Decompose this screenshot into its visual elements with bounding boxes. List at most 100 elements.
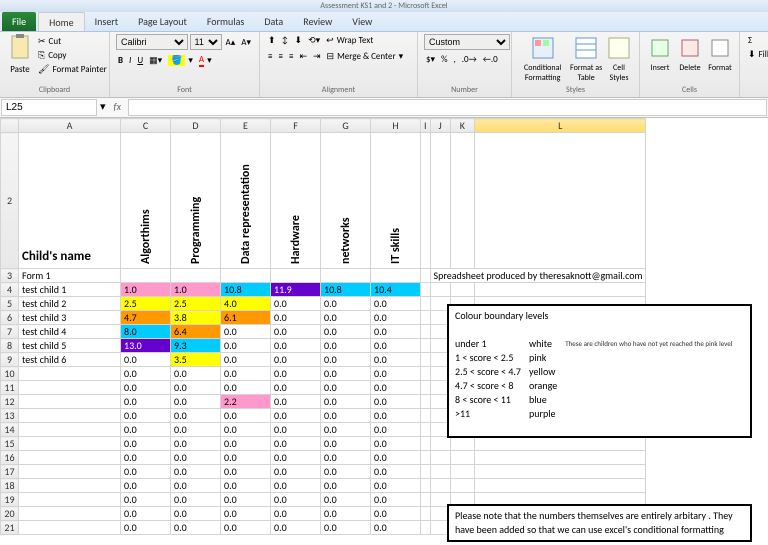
cell-score[interactable]: 0.0: [121, 395, 171, 409]
col-header-g[interactable]: G: [321, 119, 371, 133]
cell-score[interactable]: 0.0: [371, 521, 421, 535]
format-as-table-icon[interactable]: [572, 34, 600, 62]
cell-score[interactable]: 0.0: [321, 395, 371, 409]
cell-score[interactable]: 0.0: [271, 381, 321, 395]
cell-score[interactable]: 0.0: [171, 465, 221, 479]
cell-score[interactable]: 0.0: [321, 381, 371, 395]
cell-score[interactable]: 4.7: [121, 311, 171, 325]
select-all-corner[interactable]: [1, 119, 19, 133]
row-header-4[interactable]: 4: [1, 283, 19, 297]
cell-score[interactable]: 0.0: [371, 409, 421, 423]
col-header-c[interactable]: C: [121, 119, 171, 133]
paste-button[interactable]: Paste: [8, 63, 32, 76]
col-header-h[interactable]: H: [371, 119, 421, 133]
cell-name[interactable]: [19, 521, 121, 535]
cell-score[interactable]: 0.0: [321, 479, 371, 493]
decrease-indent-icon[interactable]: ⇤: [297, 50, 309, 63]
comma-icon[interactable]: ,: [452, 53, 458, 66]
cell-score[interactable]: 0.0: [371, 311, 421, 325]
cell-score[interactable]: 0.0: [121, 507, 171, 521]
cell-score[interactable]: 0.0: [171, 367, 221, 381]
cell-score[interactable]: 2.2: [221, 395, 271, 409]
cell-score[interactable]: 0.0: [121, 493, 171, 507]
cell-score[interactable]: 0.0: [171, 381, 221, 395]
wrap-text-button[interactable]: ↩Wrap Text: [324, 34, 375, 47]
cell-name[interactable]: [19, 493, 121, 507]
cell-score[interactable]: 8.0: [121, 325, 171, 339]
paste-icon[interactable]: [6, 34, 34, 62]
cell-score[interactable]: 0.0: [171, 479, 221, 493]
merge-center-button[interactable]: ⊟Merge & Center▾: [325, 50, 406, 63]
cell-score[interactable]: 0.0: [371, 493, 421, 507]
cell-score[interactable]: 4.0: [221, 297, 271, 311]
header-algorithms[interactable]: Algorthims: [121, 133, 171, 269]
row-header-8[interactable]: 8: [1, 339, 19, 353]
row-header-3[interactable]: 3: [1, 269, 19, 283]
cell-score[interactable]: 0.0: [321, 507, 371, 521]
row-header-6[interactable]: 6: [1, 311, 19, 325]
cell-score[interactable]: 0.0: [271, 325, 321, 339]
cell-score[interactable]: 0.0: [121, 521, 171, 535]
cell-score[interactable]: 0.0: [271, 409, 321, 423]
tab-page-layout[interactable]: Page Layout: [128, 12, 197, 31]
cell-score[interactable]: 3.5: [171, 353, 221, 367]
cell-score[interactable]: 0.0: [221, 367, 271, 381]
col-header-e[interactable]: E: [221, 119, 271, 133]
autosum-icon[interactable]: Σ: [746, 34, 756, 47]
cell-score[interactable]: 0.0: [121, 353, 171, 367]
cell-score[interactable]: 0.0: [271, 423, 321, 437]
col-header-a[interactable]: A: [19, 119, 121, 133]
cell-score[interactable]: 0.0: [271, 311, 321, 325]
decrease-decimal-icon[interactable]: ←.0: [481, 53, 500, 66]
cell-score[interactable]: 0.0: [271, 451, 321, 465]
cell-score[interactable]: 0.0: [171, 437, 221, 451]
cell-name[interactable]: [19, 451, 121, 465]
cell-score[interactable]: 0.0: [171, 493, 221, 507]
col-header-j[interactable]: J: [430, 119, 450, 133]
cell-name[interactable]: [19, 395, 121, 409]
cell-score[interactable]: 2.5: [171, 297, 221, 311]
cell-score[interactable]: 0.0: [221, 339, 271, 353]
row-header-2[interactable]: 2: [1, 133, 19, 269]
increase-decimal-icon[interactable]: .0→: [460, 53, 479, 66]
format-cells-icon[interactable]: [706, 34, 734, 62]
fill-color-button[interactable]: 🪣▾: [166, 54, 195, 67]
cell-score[interactable]: 0.0: [271, 367, 321, 381]
cell-score[interactable]: 0.0: [271, 521, 321, 535]
cell-score[interactable]: 0.0: [321, 437, 371, 451]
cell-score[interactable]: 0.0: [371, 297, 421, 311]
cell-styles-icon[interactable]: [605, 34, 633, 62]
col-header-d[interactable]: D: [171, 119, 221, 133]
align-right-icon[interactable]: ≡: [287, 50, 295, 63]
cell-name[interactable]: [19, 367, 121, 381]
orientation-icon[interactable]: ⟲▾: [306, 34, 322, 47]
border-button[interactable]: ▦▾: [147, 54, 164, 67]
cell-score[interactable]: 3.8: [171, 311, 221, 325]
cell-score[interactable]: 10.4: [371, 283, 421, 297]
tab-formulas[interactable]: Formulas: [197, 12, 254, 31]
col-header-l[interactable]: L: [474, 119, 646, 133]
cell-score[interactable]: 0.0: [221, 325, 271, 339]
cell-score[interactable]: 0.0: [221, 353, 271, 367]
cell-name[interactable]: test child 3: [19, 311, 121, 325]
cell-score[interactable]: 0.0: [371, 451, 421, 465]
cell-score[interactable]: 13.0: [121, 339, 171, 353]
row-header-20[interactable]: 20: [1, 507, 19, 521]
cell-name[interactable]: [19, 409, 121, 423]
cell-name[interactable]: [19, 507, 121, 521]
cell-score[interactable]: 0.0: [221, 507, 271, 521]
cell-name[interactable]: [19, 381, 121, 395]
row-header-17[interactable]: 17: [1, 465, 19, 479]
cell-credit[interactable]: Spreadsheet produced by theresaknott@gma…: [430, 269, 646, 283]
align-left-icon[interactable]: ≡: [266, 50, 274, 63]
cell-score[interactable]: 0.0: [321, 353, 371, 367]
cell-score[interactable]: 0.0: [371, 339, 421, 353]
cell-score[interactable]: 1.0: [121, 283, 171, 297]
header-programming[interactable]: Programming: [171, 133, 221, 269]
cell-score[interactable]: 0.0: [271, 479, 321, 493]
cell-score[interactable]: 0.0: [271, 437, 321, 451]
cell-score[interactable]: 0.0: [321, 311, 371, 325]
cell-score[interactable]: 0.0: [171, 423, 221, 437]
header-childs-name[interactable]: Child's name: [19, 133, 121, 269]
cell-score[interactable]: 0.0: [221, 451, 271, 465]
